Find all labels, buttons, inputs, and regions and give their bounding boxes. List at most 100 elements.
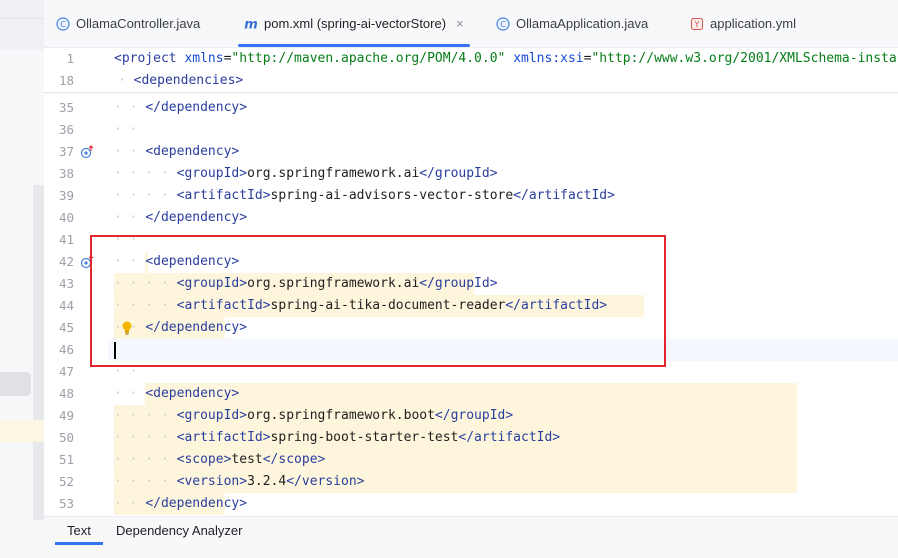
indent-guide: · · · · — [114, 430, 177, 445]
dependency-override-icon[interactable] — [80, 145, 94, 159]
xml-tag: <dependency> — [145, 386, 240, 401]
line-number: 45 — [58, 320, 74, 335]
code-text: · · · · <groupId>org.springframework.boo… — [114, 405, 513, 427]
line-number: 37 — [58, 144, 74, 159]
changed-block-highlight — [145, 383, 797, 405]
code-text: · · · · <groupId>org.springframework.ai<… — [114, 163, 498, 185]
tab-pom-xml[interactable]: m pom.xml (spring-ai-vectorStore) × — [238, 0, 470, 47]
xml-tag: <groupId> — [176, 166, 248, 181]
close-tab-icon[interactable]: × — [456, 16, 464, 31]
code-line[interactable]: 48 · · <dependency> — [44, 383, 898, 405]
xml-tag: <artifactId> — [176, 430, 271, 445]
project-tree-highlight-row — [0, 420, 44, 442]
code-text: · · · · <scope>test</scope> — [114, 449, 325, 471]
indent-guide: · · · · — [114, 474, 177, 489]
line-number: 50 — [58, 430, 74, 445]
line-number: 47 — [58, 364, 74, 379]
project-panel-scrollbar[interactable] — [33, 185, 44, 520]
indent-guide: · · — [114, 386, 146, 401]
xml-tag: </scope> — [262, 452, 326, 467]
sticky-line: 1 <project xmlns="http://maven.apache.org… — [44, 48, 898, 70]
line-number: 41 — [58, 232, 74, 247]
panel-header-band — [0, 0, 44, 50]
xml-tag: </artifactId> — [458, 430, 561, 445]
xml-tag: <dependency> — [145, 144, 240, 159]
sticky-header-separator — [44, 92, 898, 93]
code-line[interactable]: 40 · · </dependency> — [44, 207, 898, 229]
code-text: <project xmlns="http://maven.apache.org/… — [114, 48, 898, 70]
tab-text[interactable]: Text — [55, 517, 103, 545]
indent-guide: · — [118, 73, 134, 88]
indent-guide: · · — [114, 210, 146, 225]
project-panel-strip — [0, 0, 44, 558]
project-tree-selected-row[interactable] — [0, 372, 31, 396]
tab-label: Dependency Analyzer — [116, 523, 243, 538]
tab-label: OllamaApplication.java — [516, 16, 649, 31]
code-text: · · </dependency> — [114, 97, 247, 119]
indent-guide: · · — [114, 144, 146, 159]
xml-tag: </groupId> — [434, 408, 514, 423]
status-strip — [0, 545, 898, 558]
line-number: 18 — [58, 73, 74, 88]
svg-text:Y: Y — [694, 20, 700, 29]
xml-tag: <version> — [176, 474, 248, 489]
tab-ollama-controller[interactable]: C OllamaController.java — [56, 0, 200, 47]
code-text: · · <dependency> — [114, 383, 239, 405]
xml-tag: </version> — [286, 474, 365, 489]
sticky-line: 18 · <dependencies> — [44, 70, 898, 92]
line-number: 53 — [58, 496, 74, 511]
xml-tag: </artifactId> — [513, 188, 615, 203]
code-line[interactable]: 52 · · · · <version>3.2.4</version> — [44, 471, 898, 493]
panel-divider — [0, 18, 44, 19]
java-class-icon: C — [56, 16, 70, 31]
xml-text: spring-boot-starter-test — [270, 430, 459, 445]
code-line[interactable]: 51 · · · · <scope>test</scope> — [44, 449, 898, 471]
line-number: 42 — [58, 254, 74, 269]
xml-text: test — [231, 452, 263, 467]
line-number: 38 — [58, 166, 74, 181]
svg-text:C: C — [60, 20, 66, 29]
code-text: · · </dependency> — [114, 493, 247, 515]
indent-guide: · · · · — [114, 408, 177, 423]
code-line[interactable]: 50 · · · · <artifactId>spring-boot-starte… — [44, 427, 898, 449]
code-line[interactable]: 39 · · · · <artifactId>spring-ai-advisors… — [44, 185, 898, 207]
line-number: 36 — [58, 122, 74, 137]
tab-label: OllamaController.java — [76, 16, 201, 31]
line-number: 48 — [58, 386, 74, 401]
tab-label: pom.xml (spring-ai-vectorStore) — [264, 16, 447, 31]
code-line[interactable]: 35 · · </dependency> — [44, 97, 898, 119]
line-number: 1 — [66, 51, 74, 66]
line-number: 44 — [58, 298, 74, 313]
xml-text: org.springframework.boot — [247, 408, 435, 423]
code-line[interactable]: 36 · · — [44, 119, 898, 141]
svg-text:m: m — [244, 17, 258, 31]
active-tab-indicator — [238, 44, 470, 47]
tab-label: application.yml — [710, 16, 796, 31]
indent-guide: · · · · — [114, 452, 177, 467]
xml-text — [505, 51, 513, 66]
xml-text: 3.2.4 — [247, 474, 287, 489]
yaml-icon: Y — [690, 17, 704, 31]
indent-guide: · · — [114, 100, 146, 115]
xml-tag: </dependency> — [145, 100, 248, 115]
line-number: 40 — [58, 210, 74, 225]
tab-ollama-application[interactable]: C OllamaApplication.java — [496, 0, 648, 47]
line-number: 49 — [58, 408, 74, 423]
line-number: 43 — [58, 276, 74, 291]
tab-dependency-analyzer[interactable]: Dependency Analyzer — [116, 517, 242, 545]
xml-string: "http://www.w3.org/2001/XMLSchema-instan… — [591, 51, 898, 66]
code-line[interactable]: 37 · · <dependency> — [44, 141, 898, 163]
tab-application-yml[interactable]: Y application.yml — [690, 0, 796, 47]
xml-tag: </groupId> — [419, 166, 498, 181]
line-number: 52 — [58, 474, 74, 489]
xml-text: spring-ai-advisors-vector-store — [270, 188, 514, 203]
code-line[interactable]: 38 · · · · <groupId>org.springframework.a… — [44, 163, 898, 185]
code-text: · <dependencies> — [118, 70, 243, 92]
xml-tag: <groupId> — [176, 408, 248, 423]
code-line[interactable]: 53 · · </dependency> — [44, 493, 898, 515]
code-line[interactable]: 49 · · · · <groupId>org.springframework.b… — [44, 405, 898, 427]
code-text: · · <dependency> — [114, 141, 239, 163]
indent-guide: · · — [114, 496, 146, 511]
annotation-highlight-box — [90, 235, 666, 367]
line-number: 35 — [58, 100, 74, 115]
